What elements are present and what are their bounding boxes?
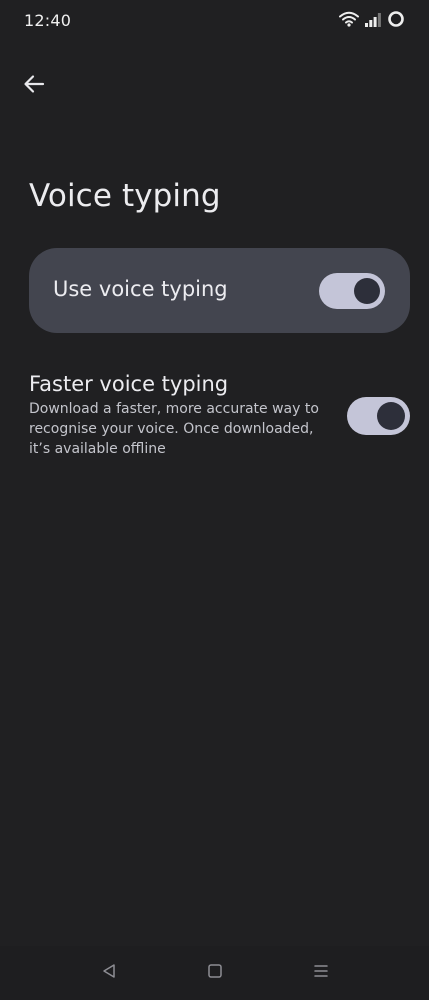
faster-voice-typing-row[interactable]: Faster voice typing Download a faster, m… [29, 372, 410, 459]
status-icons [339, 10, 405, 32]
nav-back-button[interactable] [95, 959, 123, 987]
toggle-knob [354, 278, 380, 304]
menu-lines-icon [313, 963, 329, 983]
nav-home-button[interactable] [201, 959, 229, 987]
page-title: Voice typing [29, 178, 221, 214]
faster-voice-typing-description: Download a faster, more accurate way to … [29, 401, 319, 457]
signal-icon [365, 12, 381, 31]
home-square-icon [207, 963, 223, 983]
faster-voice-typing-title: Faster voice typing [29, 372, 229, 396]
faster-voice-typing-toggle[interactable] [347, 397, 410, 435]
status-time: 12:40 [24, 11, 72, 30]
back-triangle-icon [101, 963, 117, 983]
use-voice-typing-label: Use voice typing [53, 277, 228, 301]
wifi-icon [339, 11, 359, 31]
toggle-knob [377, 402, 405, 430]
status-bar: 12:40 [0, 0, 429, 44]
arrow-left-icon [23, 73, 45, 99]
use-voice-typing-card[interactable]: Use voice typing [29, 248, 410, 333]
back-button[interactable] [14, 66, 54, 106]
battery-ring-icon [387, 10, 405, 32]
navigation-bar [0, 946, 429, 1000]
use-voice-typing-toggle[interactable] [319, 273, 385, 309]
nav-menu-button[interactable] [307, 959, 335, 987]
